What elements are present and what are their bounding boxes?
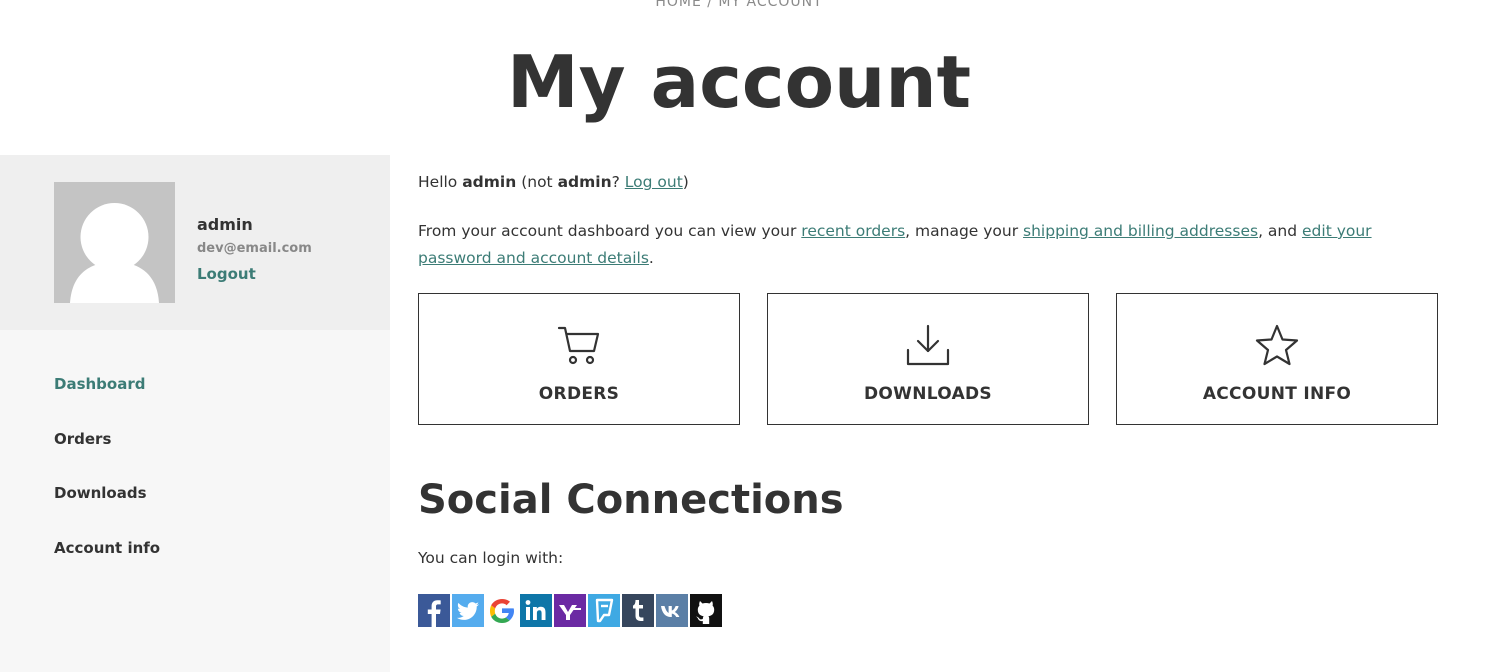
profile-card: admin dev@email.com Logout [0,155,390,330]
intro-text: , manage your [905,222,1024,240]
tumblr-login-button[interactable] [622,594,654,627]
account-info-card-label: ACCOUNT INFO [1202,384,1352,404]
account-navigation: Dashboard Orders Downloads Account info [54,375,160,593]
breadcrumb: HOME / MY ACCOUNT [655,0,823,10]
vk-login-button[interactable] [656,594,688,627]
profile-username: admin [197,215,253,234]
downloads-card-label: DOWNLOADS [864,384,992,404]
intro-text: , and [1258,222,1303,240]
profile-logout-link[interactable]: Logout [197,265,256,283]
tumblr-icon [622,594,654,627]
orders-card[interactable]: ORDERS [418,293,740,425]
facebook-login-button[interactable] [418,594,450,627]
page-title: My account [507,40,971,124]
account-info-card[interactable]: ACCOUNT INFO [1116,293,1438,425]
foursquare-login-button[interactable] [588,594,620,627]
linkedin-login-button[interactable] [520,594,552,627]
yahoo-login-button[interactable] [554,594,586,627]
greeting: Hello admin (not admin? Log out) [418,173,689,191]
google-icon [486,594,518,627]
download-icon [768,324,1088,368]
yahoo-icon [554,594,586,627]
sidebar-item-dashboard[interactable]: Dashboard [54,375,160,430]
profile-email: dev@email.com [197,241,312,256]
recent-orders-link[interactable]: recent orders [801,222,905,240]
google-login-button[interactable] [486,594,518,627]
social-connections-heading: Social Connections [418,477,844,523]
greeting-text: ) [682,173,689,191]
greeting-username: admin [557,173,612,191]
dashboard-cards: ORDERS DOWNLOADS ACCOUNT INFO [418,293,1448,425]
downloads-card[interactable]: DOWNLOADS [767,293,1089,425]
star-icon [1117,324,1437,368]
twitter-login-button[interactable] [452,594,484,627]
cart-icon [419,324,739,368]
user-silhouette-icon [54,182,175,303]
sidebar-item-orders[interactable]: Orders [54,430,160,485]
intro-text: . [648,249,654,267]
sidebar-item-account-info[interactable]: Account info [54,539,160,594]
logout-link[interactable]: Log out [625,173,683,191]
vk-icon [656,594,688,627]
facebook-icon [418,594,450,627]
avatar [54,182,175,303]
greeting-text: ? [611,173,625,191]
greeting-text: Hello [418,173,463,191]
orders-card-label: ORDERS [538,384,620,404]
linkedin-icon [520,594,552,627]
github-login-button[interactable] [690,594,722,627]
intro-text: From your account dashboard you can view… [418,222,802,240]
greeting-username: admin [462,173,517,191]
twitter-icon [452,594,484,627]
addresses-link[interactable]: shipping and billing addresses [1023,222,1258,240]
account-sidebar: admin dev@email.com Logout Dashboard Ord… [0,155,390,672]
login-with-text: You can login with: [418,549,564,567]
sidebar-item-downloads[interactable]: Downloads [54,484,160,539]
greeting-text: (not [516,173,558,191]
github-icon [690,594,722,627]
dashboard-intro: From your account dashboard you can view… [418,218,1448,272]
foursquare-icon [588,594,620,627]
